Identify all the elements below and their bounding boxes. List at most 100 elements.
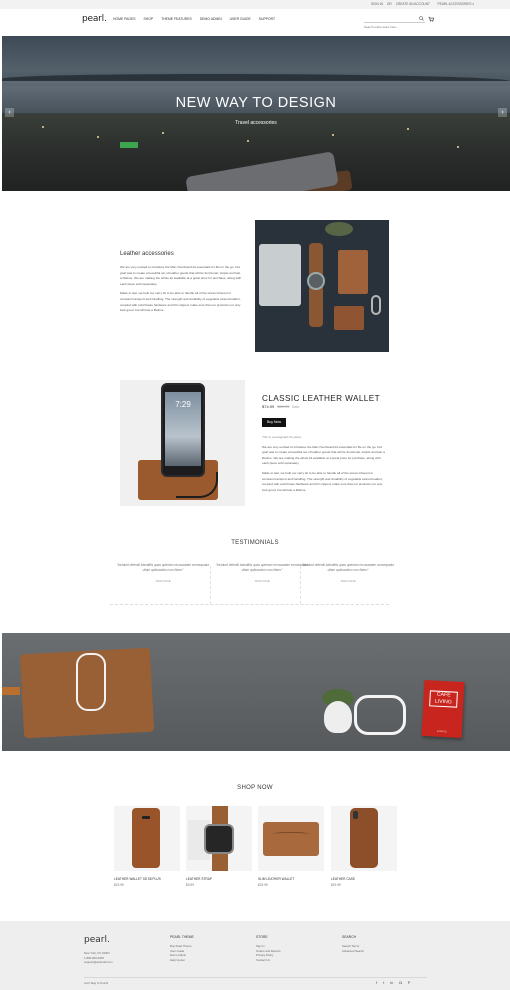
image-card-holder (334, 306, 364, 330)
phone-case-image (132, 808, 160, 868)
image-wallet (338, 250, 368, 294)
sale-label: Sale (291, 404, 300, 409)
footer-link[interactable]: Contact Us (256, 958, 281, 963)
wallet-slot (272, 832, 310, 838)
lifestyle-banner: CAFE LIVING SAMPLE (2, 633, 510, 751)
create-account-link[interactable]: CREATE AN ACCOUNT (396, 2, 430, 6)
banner-strap (2, 687, 20, 695)
slim-wallet-image (263, 822, 319, 856)
intro-text: We are very excited to introduce the Man… (120, 265, 242, 314)
testimonials-bottom-divider (110, 604, 389, 605)
case-camera-cutout (353, 811, 358, 819)
twitter-icon[interactable]: t (383, 980, 384, 985)
city-light (97, 136, 99, 138)
footer-column-heading: SEARCH (342, 935, 357, 939)
testimonial-quote: "Incidunt deleniti blanditiis quas aperi… (301, 563, 395, 572)
search-input[interactable] (364, 23, 416, 31)
footer-link[interactable]: Help Center (170, 958, 194, 963)
leather-case-image (350, 808, 378, 868)
image-keyring (371, 295, 381, 315)
facebook-icon[interactable]: f (376, 980, 377, 985)
search-icon[interactable] (419, 16, 424, 21)
watch-face-image (204, 824, 234, 854)
testimonial-item: "Incidunt deleniti blanditiis quas aperi… (115, 563, 211, 583)
footer-divider (84, 977, 427, 978)
footer-column-heading: PEARL THEME (170, 935, 194, 939)
book-title: CAFE LIVING (429, 690, 458, 708)
banner-book: CAFE LIVING SAMPLE (421, 679, 465, 739)
nav-user-guide[interactable]: USER GUIDE (230, 17, 251, 21)
account-links: SIGN IN OR CREATE AN ACCOUNT (371, 2, 430, 6)
banner-plant-pot (324, 701, 352, 733)
city-light (332, 134, 334, 136)
footer-link[interactable]: Buy Pearl Theme (170, 944, 194, 949)
product-image[interactable]: 7:29 (120, 380, 245, 506)
footer-column-pearl-theme: PEARL THEME Buy Pearl Theme User Guide D… (170, 935, 194, 962)
product-card-name[interactable]: LEATHER STRAP (186, 877, 252, 881)
footer-link[interactable]: Advanced Search (342, 949, 364, 954)
cart-icon[interactable] (428, 16, 434, 22)
nav-support[interactable]: SUPPORT (259, 17, 275, 21)
product-card-image[interactable] (114, 806, 180, 871)
product-card-name[interactable]: LEATHER CASE (331, 877, 397, 881)
product-card-price: $19.99 (114, 883, 124, 887)
product-card-name[interactable]: SLIM LEATHER WALLET (258, 877, 324, 881)
slider-prev-arrow-icon[interactable]: ‹ (5, 108, 14, 117)
top-utility-bar: SIGN IN OR CREATE AN ACCOUNT PEARL ACCES… (0, 0, 510, 9)
footer-logo[interactable]: pearl. (84, 935, 110, 945)
footer-address: New York, NY 10001 1-800-000-0000 suppor… (84, 951, 113, 965)
nav-theme-features[interactable]: THEME FEATURES (161, 17, 192, 21)
product-price: $74.99 $89.99 Sale (262, 404, 300, 409)
product-card[interactable]: LEATHER WALLET S8 S8 PLUS $19.99 (114, 806, 180, 887)
product-card[interactable]: LEATHER CASE $19.99 (331, 806, 397, 887)
nav-demo-admin[interactable]: DEMO ADMIN (200, 17, 222, 21)
banner-earphones (76, 653, 106, 711)
hero-subtitle: Travel accessories (235, 120, 277, 126)
linkedin-icon[interactable]: in (390, 980, 393, 985)
nav-home-pages[interactable]: HOME PAGES (113, 17, 136, 21)
product-card-image[interactable] (331, 806, 397, 871)
shop-now-title: SHOP NOW (237, 785, 273, 791)
sign-in-link[interactable]: SIGN IN (371, 2, 383, 6)
product-card-name[interactable]: LEATHER WALLET S8 S8 PLUS (114, 877, 180, 881)
email-line: support@webmail.com (84, 960, 113, 965)
social-links: f t in ◘ P (376, 980, 410, 985)
instagram-icon[interactable]: ◘ (399, 980, 401, 985)
intro-paragraph: Made to last, we built our carry kit to … (120, 291, 241, 313)
testimonial-author: JOHN DOE (254, 579, 270, 583)
nav-shop[interactable]: SHOP (144, 17, 154, 21)
product-card-image[interactable] (258, 806, 324, 871)
testimonial-item: "Incidunt deleniti blanditiis quas aperi… (214, 563, 310, 583)
product-card[interactable]: SLIM LEATHER WALLET $24.99 (258, 806, 324, 887)
search-box (364, 15, 425, 31)
image-plant (325, 222, 353, 236)
store-switcher[interactable]: PEARL ACCESSORIES ▾ (437, 2, 474, 6)
footer-column-heading: STORE (256, 935, 268, 939)
current-price: $74.99 (262, 404, 275, 409)
product-card[interactable]: LEATHER STRAP $9.99 (186, 806, 252, 887)
testimonial-quote: "Incidunt deleniti blanditiis quas aperi… (215, 563, 309, 572)
testimonial-divider (210, 566, 211, 604)
pinterest-icon[interactable]: P (408, 980, 411, 985)
product-card-price: $24.99 (258, 883, 268, 887)
city-light (162, 132, 164, 134)
leather-accessories-image (255, 220, 389, 352)
slider-next-arrow-icon[interactable]: › (498, 108, 507, 117)
main-nav: HOME PAGES SHOP THEME FEATURES DEMO ADMI… (113, 17, 275, 21)
book-subtitle: SAMPLE (436, 730, 447, 734)
phone-clock: 7:29 (175, 400, 191, 409)
testimonial-item: "Incidunt deleniti blanditiis quas aperi… (300, 563, 396, 583)
image-watch-face (307, 272, 325, 290)
product-title[interactable]: CLASSIC LEATHER WALLET (262, 394, 380, 403)
address-line: New York, NY 10001 (84, 951, 110, 955)
hero-slider: NEW WAY TO DESIGN Travel accessories ‹ › (2, 36, 510, 191)
product-card-image[interactable] (186, 806, 252, 871)
testimonial-author: JOHN DOE (155, 579, 171, 583)
banner-cable (354, 695, 406, 735)
buy-now-button[interactable]: Buy Now (262, 418, 286, 427)
hero-title: NEW WAY TO DESIGN (175, 95, 337, 111)
intro-paragraph: We are very excited to introduce the Man… (120, 265, 242, 286)
logo[interactable]: pearl. (82, 14, 107, 24)
product-card-price: $9.99 (186, 883, 194, 887)
product-paragraph: We are very excited to introduce the Man… (262, 444, 385, 466)
